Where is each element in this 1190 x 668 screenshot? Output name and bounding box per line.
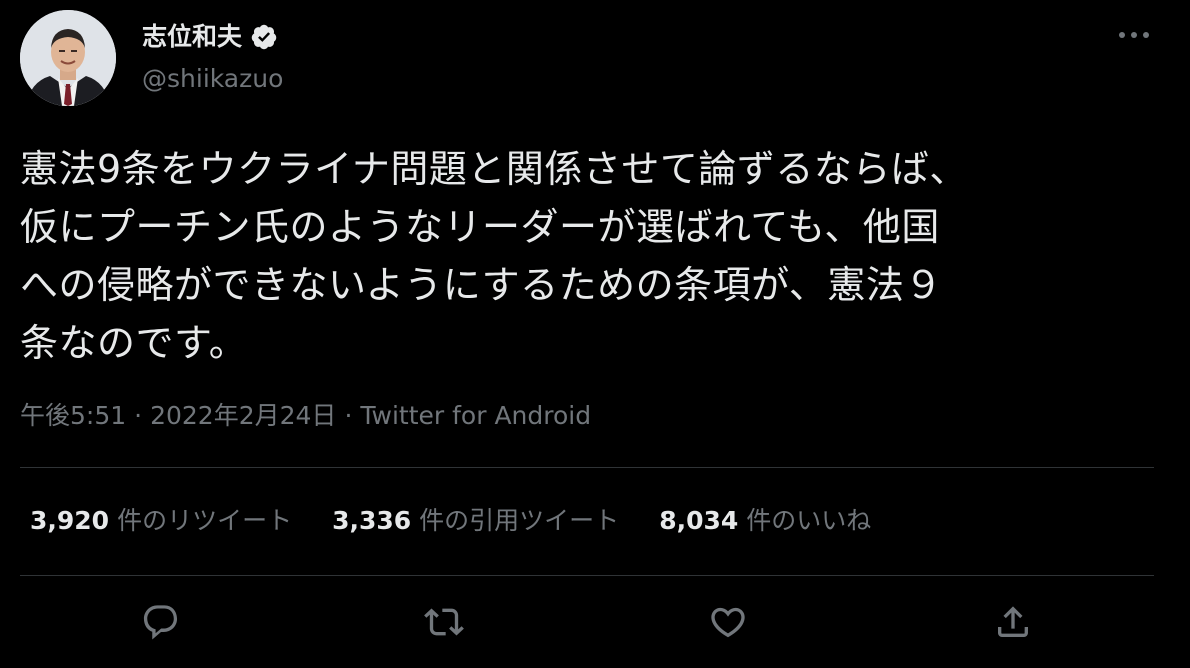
avatar[interactable] <box>20 10 116 106</box>
display-name[interactable]: 志位和夫 <box>142 20 242 54</box>
reply-icon <box>143 605 178 640</box>
quotes-count: 3,336 <box>332 506 412 535</box>
tweet-date[interactable]: 2022年2月24日 <box>150 398 336 434</box>
user-handle[interactable]: @shiikazuo <box>142 63 283 95</box>
retweets-count: 3,920 <box>30 506 110 535</box>
retweet-button[interactable] <box>418 596 470 648</box>
tweet-detail: 志位和夫 @shiikazuo 憲法9条をウクライナ問題と関係させて論ずるならば… <box>0 0 1190 668</box>
likes-label: 件のいいね <box>746 506 872 535</box>
retweets-stat[interactable]: 3,920 件のリツイート <box>30 503 292 539</box>
verified-badge-icon <box>250 23 278 51</box>
share-icon <box>998 606 1028 637</box>
tweet-source[interactable]: Twitter for Android <box>360 398 591 434</box>
more-button[interactable] <box>1112 18 1156 52</box>
heart-icon <box>711 607 745 638</box>
divider <box>20 575 1154 576</box>
likes-count: 8,034 <box>659 506 739 535</box>
meta-separator: · <box>134 401 143 430</box>
like-button[interactable] <box>702 596 754 648</box>
action-bar <box>0 596 1190 648</box>
reply-button[interactable] <box>135 596 187 648</box>
quotes-stat[interactable]: 3,336 件の引用ツイート <box>332 503 619 539</box>
author-name-row: 志位和夫 <box>142 20 278 54</box>
divider <box>20 467 1154 468</box>
tweet-meta: 午後5:51 · 2022年2月24日 · Twitter for Androi… <box>20 398 591 434</box>
quotes-label: 件の引用ツイート <box>419 506 620 535</box>
retweet-icon <box>424 608 464 636</box>
meta-separator: · <box>344 401 353 430</box>
avatar-photo <box>20 10 116 106</box>
share-button[interactable] <box>987 596 1039 648</box>
tweet-time[interactable]: 午後5:51 <box>20 398 126 434</box>
retweets-label: 件のリツイート <box>117 506 293 535</box>
likes-stat[interactable]: 8,034 件のいいね <box>659 503 871 539</box>
tweet-text: 憲法9条をウクライナ問題と関係させて論ずるならば、 仮にプーチン氏のようなリーダ… <box>20 147 968 365</box>
engagement-stats: 3,920 件のリツイート 3,336 件の引用ツイート 8,034 件のいいね <box>30 503 871 539</box>
more-horizontal-icon <box>1119 32 1149 38</box>
